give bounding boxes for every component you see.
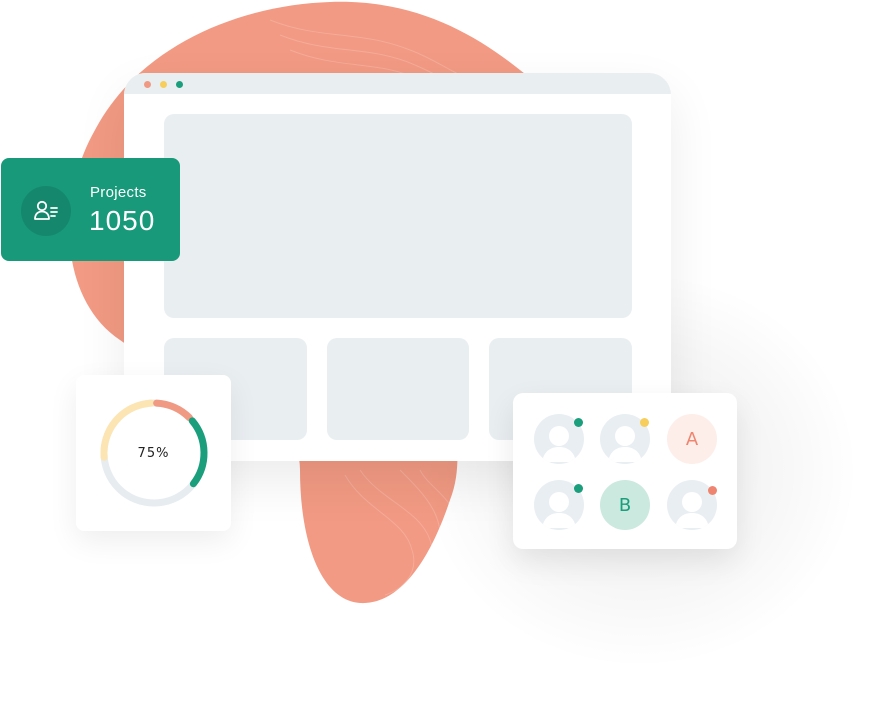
minimize-dot[interactable]: [160, 81, 167, 88]
status-dot: [574, 484, 583, 493]
browser-title-bar: [124, 73, 671, 94]
progress-ring-segment-orange: [153, 399, 193, 422]
close-dot[interactable]: [144, 81, 151, 88]
hero-placeholder: [164, 114, 632, 318]
status-dot: [640, 418, 649, 427]
user-list-icon: [21, 186, 71, 236]
progress-percent: 75%: [137, 446, 170, 461]
card-placeholder-2: [327, 338, 469, 440]
maximize-dot[interactable]: [176, 81, 183, 88]
projects-label: Projects: [90, 184, 147, 201]
projects-value: 1050: [89, 205, 156, 236]
status-dot: [708, 486, 717, 495]
avatar-initial-a[interactable]: A: [667, 414, 717, 464]
avatar-initial-b[interactable]: B: [600, 480, 650, 530]
status-dot: [574, 418, 583, 427]
